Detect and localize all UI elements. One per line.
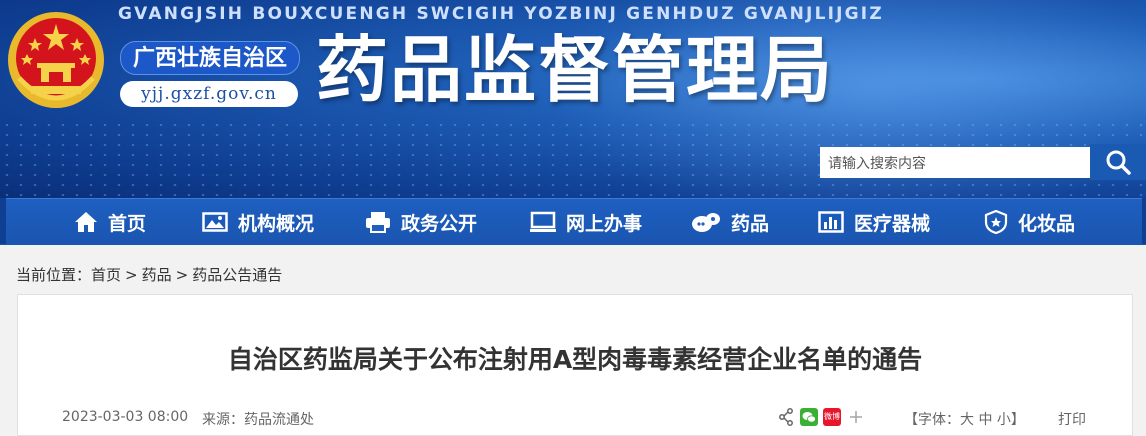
article-panel: 自治区药监局关于公布注射用A型肉毒毒素经营企业名单的通告 2023-03-03 … [17,294,1133,436]
shield-icon [984,210,1008,234]
breadcrumb: 当前位置：首页 > 药品 > 药品公告通告 [16,264,286,285]
print-link[interactable]: 打印 [1058,409,1086,429]
nav-item-about[interactable]: 机构概况 [202,199,314,245]
national-emblem-icon [8,12,104,108]
breadcrumb-prefix: 当前位置： [16,266,92,284]
wechat-icon[interactable] [800,408,818,426]
home-icon [75,212,97,232]
region-label: 广西壮族自治区 [120,41,300,75]
article-date: 2023-03-03 08:00 [62,409,189,425]
nav-item-online-services[interactable]: 网上办事 [530,199,642,245]
nav-item-label: 机构概况 [238,212,315,235]
image-icon [202,212,228,232]
breadcrumb-item-notices[interactable]: 药品公告通告 [192,266,282,284]
breadcrumb-separator: > [125,266,138,284]
share-bar: 微博 [778,408,863,426]
pill-icon [692,213,720,232]
nav-item-gov-affairs[interactable]: 政务公开 [365,199,477,245]
font-size-control[interactable]: 【字体：大 中 小】 [904,409,1025,429]
search-input[interactable] [820,147,1090,178]
nav-item-label: 政务公开 [401,212,478,235]
nav-item-label: 化妆品 [1018,212,1076,235]
site-subtitle: GVANGJSIH BOUXCUENGH SWCIGIH YOZBINJ GEN… [118,4,884,24]
printer-icon [366,212,390,233]
nav-item-label: 网上办事 [566,212,643,235]
search-icon [1106,150,1131,175]
breadcrumb-item-drugs[interactable]: 药品 [142,266,172,284]
nav-edge [1142,198,1146,244]
nav-item-label: 医疗器械 [854,212,931,235]
share-icon[interactable] [778,408,794,426]
nav-item-medical-devices[interactable]: 医疗器械 [818,199,930,245]
breadcrumb-separator: > [175,266,189,284]
nav-item-label: 药品 [731,212,770,235]
search-button[interactable] [1090,144,1146,180]
plus-icon[interactable] [849,410,863,424]
chart-icon [818,211,844,233]
main-nav: 首页 机构概况 政务公开 网上办事 药品 医疗器械 化妆品 [0,198,1146,245]
weibo-icon[interactable]: 微博 [823,408,841,426]
site-url[interactable]: yjj.gxzf.gov.cn [120,81,298,107]
site-title: 药品监督管理局 [316,28,835,112]
breadcrumb-item-home[interactable]: 首页 [91,266,121,284]
nav-item-drugs[interactable]: 药品 [691,199,769,245]
monitor-icon [530,211,556,232]
article-source: 来源：药品流通处 [202,412,314,428]
nav-item-label: 首页 [108,212,147,235]
nav-item-home[interactable]: 首页 [74,199,146,245]
nav-item-cosmetics[interactable]: 化妆品 [984,199,1075,245]
article-title: 自治区药监局关于公布注射用A型肉毒毒素经营企业名单的通告 [227,345,923,374]
nav-edge [0,198,6,244]
